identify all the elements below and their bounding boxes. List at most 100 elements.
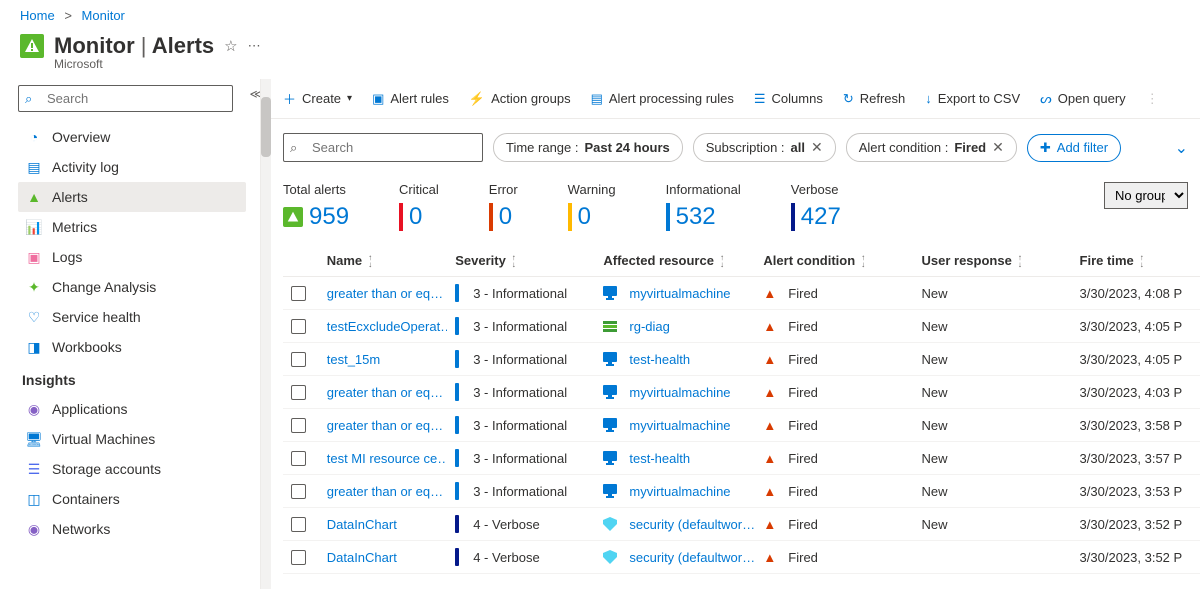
alert-name-link[interactable]: DataInChart xyxy=(327,550,397,565)
user-response-text: New xyxy=(921,319,947,334)
col-name[interactable]: Name↑↓ xyxy=(319,253,447,268)
sidebar-item-containers[interactable]: ◫Containers xyxy=(18,484,246,514)
filter-chip[interactable]: Subscription : all✕ xyxy=(693,133,836,162)
alert-rules-button[interactable]: ▣Alert rules xyxy=(372,91,449,107)
sidebar-item-metrics[interactable]: 📊Metrics xyxy=(18,212,246,242)
export-button[interactable]: ↓Export to CSV xyxy=(925,91,1020,106)
condition-text: Fired xyxy=(788,286,818,301)
close-icon[interactable]: ✕ xyxy=(811,139,823,156)
filter-search-input[interactable] xyxy=(283,133,483,162)
fire-time-text: 3/30/2023, 3:53 P xyxy=(1080,484,1183,499)
sidebar-item-change-analysis[interactable]: ✦Change Analysis xyxy=(18,272,246,302)
summary-verbose[interactable]: Verbose427 xyxy=(791,182,841,231)
expand-filters-icon[interactable]: ⌄ xyxy=(1175,138,1188,158)
open-query-button[interactable]: ᔕOpen query xyxy=(1040,91,1126,107)
filter-chip[interactable]: Time range : Past 24 hours xyxy=(493,133,683,162)
sidebar-item-overview[interactable]: ◔Overview xyxy=(18,122,246,152)
alert-name-link[interactable]: greater than or eq… xyxy=(327,286,443,301)
summary-error[interactable]: Error0 xyxy=(489,182,518,231)
resource-link[interactable]: myvirtualmachine xyxy=(629,286,730,301)
resource-link[interactable]: test-health xyxy=(629,352,690,367)
row-checkbox[interactable] xyxy=(291,319,306,334)
close-icon[interactable]: ✕ xyxy=(992,139,1004,156)
scrollbar[interactable] xyxy=(261,79,271,589)
table-row[interactable]: testEcxcludeOperat…3 - Informationalrg-d… xyxy=(283,310,1200,343)
pin-icon[interactable]: ☆ xyxy=(224,37,237,55)
table-row[interactable]: greater than or eq…3 - Informationalmyvi… xyxy=(283,376,1200,409)
user-response-text: New xyxy=(921,451,947,466)
alert-name-link[interactable]: testEcxcludeOperat… xyxy=(327,319,447,334)
summary-warning[interactable]: Warning0 xyxy=(568,182,616,231)
col-response[interactable]: User response↑↓ xyxy=(913,253,1071,268)
resource-link[interactable]: myvirtualmachine xyxy=(629,484,730,499)
resource-icon xyxy=(603,517,617,531)
col-resource[interactable]: Affected resource↑↓ xyxy=(595,253,755,268)
sidebar-item-workbooks[interactable]: ◨Workbooks xyxy=(18,332,246,362)
sidebar-item-alerts[interactable]: ▲Alerts xyxy=(18,182,246,212)
nav-icon: 📊 xyxy=(26,219,42,235)
user-response-text: New xyxy=(921,418,947,433)
summary-informational[interactable]: Informational532 xyxy=(666,182,741,231)
row-checkbox[interactable] xyxy=(291,385,306,400)
resource-link[interactable]: test-health xyxy=(629,451,690,466)
table-row[interactable]: DataInChart4 - Verbosesecurity (defaultw… xyxy=(283,541,1200,574)
col-time[interactable]: Fire time↑↓ xyxy=(1072,253,1200,268)
row-checkbox[interactable] xyxy=(291,286,306,301)
alert-name-link[interactable]: greater than or eq… xyxy=(327,484,443,499)
sidebar-search-input[interactable] xyxy=(18,85,233,112)
warning-icon: ▲ xyxy=(763,352,776,367)
sidebar-item-applications[interactable]: ◉Applications xyxy=(18,394,246,424)
breadcrumb-current[interactable]: Monitor xyxy=(82,8,125,23)
resource-link[interactable]: myvirtualmachine xyxy=(629,385,730,400)
row-checkbox[interactable] xyxy=(291,484,306,499)
alert-name-link[interactable]: test MI resource ce… xyxy=(327,451,447,466)
resource-icon xyxy=(603,286,617,300)
processing-rules-button[interactable]: ▤Alert processing rules xyxy=(591,91,734,107)
sidebar-item-logs[interactable]: ▣Logs xyxy=(18,242,246,272)
sidebar-item-storage-accounts[interactable]: ☰Storage accounts xyxy=(18,454,246,484)
resource-link[interactable]: myvirtualmachine xyxy=(629,418,730,433)
alert-name-link[interactable]: DataInChart xyxy=(327,517,397,532)
summary-critical[interactable]: Critical0 xyxy=(399,182,439,231)
table-row[interactable]: test_15m3 - Informationaltest-health▲Fir… xyxy=(283,343,1200,376)
col-condition[interactable]: Alert condition↑↓ xyxy=(755,253,913,268)
table-row[interactable]: greater than or eq…3 - Informationalmyvi… xyxy=(283,277,1200,310)
alert-name-link[interactable]: greater than or eq… xyxy=(327,385,443,400)
table-row[interactable]: DataInChart4 - Verbosesecurity (defaultw… xyxy=(283,508,1200,541)
page-title: Monitor | Alerts xyxy=(54,33,214,59)
filter-chip[interactable]: Alert condition : Fired✕ xyxy=(846,133,1017,162)
sidebar-item-service-health[interactable]: ♡Service health xyxy=(18,302,246,332)
more-icon[interactable]: ⋯ xyxy=(248,38,261,54)
row-checkbox[interactable] xyxy=(291,418,306,433)
fire-time-text: 3/30/2023, 3:58 P xyxy=(1080,418,1183,433)
row-checkbox[interactable] xyxy=(291,451,306,466)
action-groups-button[interactable]: ⚡Action groups xyxy=(469,91,571,107)
sidebar-item-activity-log[interactable]: ▤Activity log xyxy=(18,152,246,182)
columns-button[interactable]: ☰Columns xyxy=(754,91,823,107)
col-severity[interactable]: Severity↑↓ xyxy=(447,253,595,268)
sidebar-item-virtual-machines[interactable]: 🖥Virtual Machines xyxy=(18,424,246,454)
row-checkbox[interactable] xyxy=(291,352,306,367)
breadcrumb-home[interactable]: Home xyxy=(20,8,55,23)
row-checkbox[interactable] xyxy=(291,517,306,532)
resource-link[interactable]: security (defaultwor… xyxy=(629,550,755,565)
collapse-icon[interactable]: ≪ xyxy=(249,87,260,101)
summary-total-alerts[interactable]: Total alerts959 xyxy=(283,182,349,231)
row-checkbox[interactable] xyxy=(291,550,306,565)
resource-icon xyxy=(603,451,617,465)
grouping-select[interactable]: No grouping xyxy=(1104,182,1188,209)
nav-icon: ▣ xyxy=(26,249,42,265)
resource-icon xyxy=(603,418,617,432)
table-row[interactable]: greater than or eq…3 - Informationalmyvi… xyxy=(283,475,1200,508)
resource-link[interactable]: security (defaultwor… xyxy=(629,517,755,532)
table-row[interactable]: greater than or eq…3 - Informationalmyvi… xyxy=(283,409,1200,442)
alert-name-link[interactable]: test_15m xyxy=(327,352,380,367)
refresh-button[interactable]: ↻Refresh xyxy=(843,91,905,107)
sidebar-item-networks[interactable]: ◉Networks xyxy=(18,514,246,544)
create-button[interactable]: ＋Create▾ xyxy=(283,89,352,108)
table-row[interactable]: test MI resource ce…3 - Informationaltes… xyxy=(283,442,1200,475)
resource-link[interactable]: rg-diag xyxy=(629,319,669,334)
alert-name-link[interactable]: greater than or eq… xyxy=(327,418,443,433)
add-filter-button[interactable]: ✚Add filter xyxy=(1027,134,1121,162)
page-subtitle: Microsoft xyxy=(0,57,1200,79)
